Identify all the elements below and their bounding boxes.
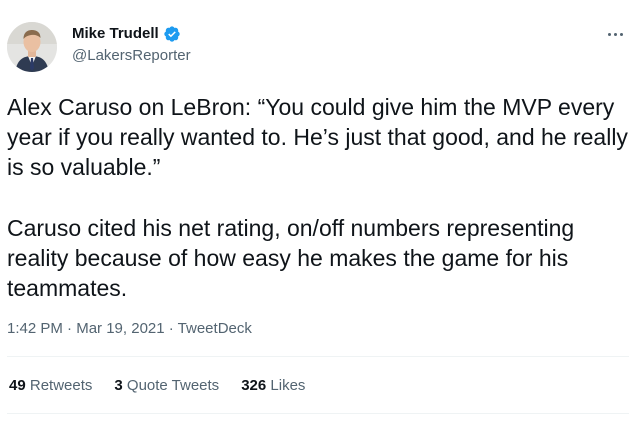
divider [7,413,629,414]
tweet-metadata: 1:42 PM · Mar 19, 2021 · TweetDeck [7,319,252,339]
author-name-row: Mike Trudell [72,24,181,44]
likes-stat[interactable]: 326 Likes [241,376,305,396]
more-options-icon[interactable] [606,26,626,42]
quote-tweets-label: Quote Tweets [126,377,220,394]
tweet-time: 1:42 PM [7,320,63,337]
tweet-paragraph: Alex Caruso on LeBron: “You could give h… [7,94,628,180]
likes-label: Likes [270,377,306,394]
retweets-stat[interactable]: 49 Retweets [9,376,92,396]
tweet-card: Mike Trudell @LakersReporter Alex Caruso… [0,0,642,424]
meta-separator: · [62,320,77,337]
divider [7,356,629,357]
tweet-source-link[interactable]: TweetDeck [178,320,252,337]
tweet-date: Mar 19, 2021 [76,320,165,337]
tweet-stats: 49 Retweets 3 Quote Tweets 326 Likes [9,376,327,396]
meta-separator: · [164,320,178,337]
avatar-image [7,22,57,72]
retweets-label: Retweets [29,377,93,394]
tweet-time-link[interactable]: 1:42 PM · Mar 19, 2021 [7,320,165,337]
quote-tweets-stat[interactable]: 3 Quote Tweets [114,376,219,396]
author-display-name[interactable]: Mike Trudell [72,24,159,44]
verified-badge-icon [163,25,181,43]
retweets-count: 49 [9,377,26,394]
tweet-paragraph: Caruso cited his net rating, on/off numb… [7,215,575,301]
avatar[interactable] [7,22,57,72]
likes-count: 326 [241,377,267,394]
quote-tweets-count: 3 [114,377,123,394]
author-handle[interactable]: @LakersReporter [72,46,191,66]
tweet-text: Alex Caruso on LeBron: “You could give h… [7,92,632,303]
